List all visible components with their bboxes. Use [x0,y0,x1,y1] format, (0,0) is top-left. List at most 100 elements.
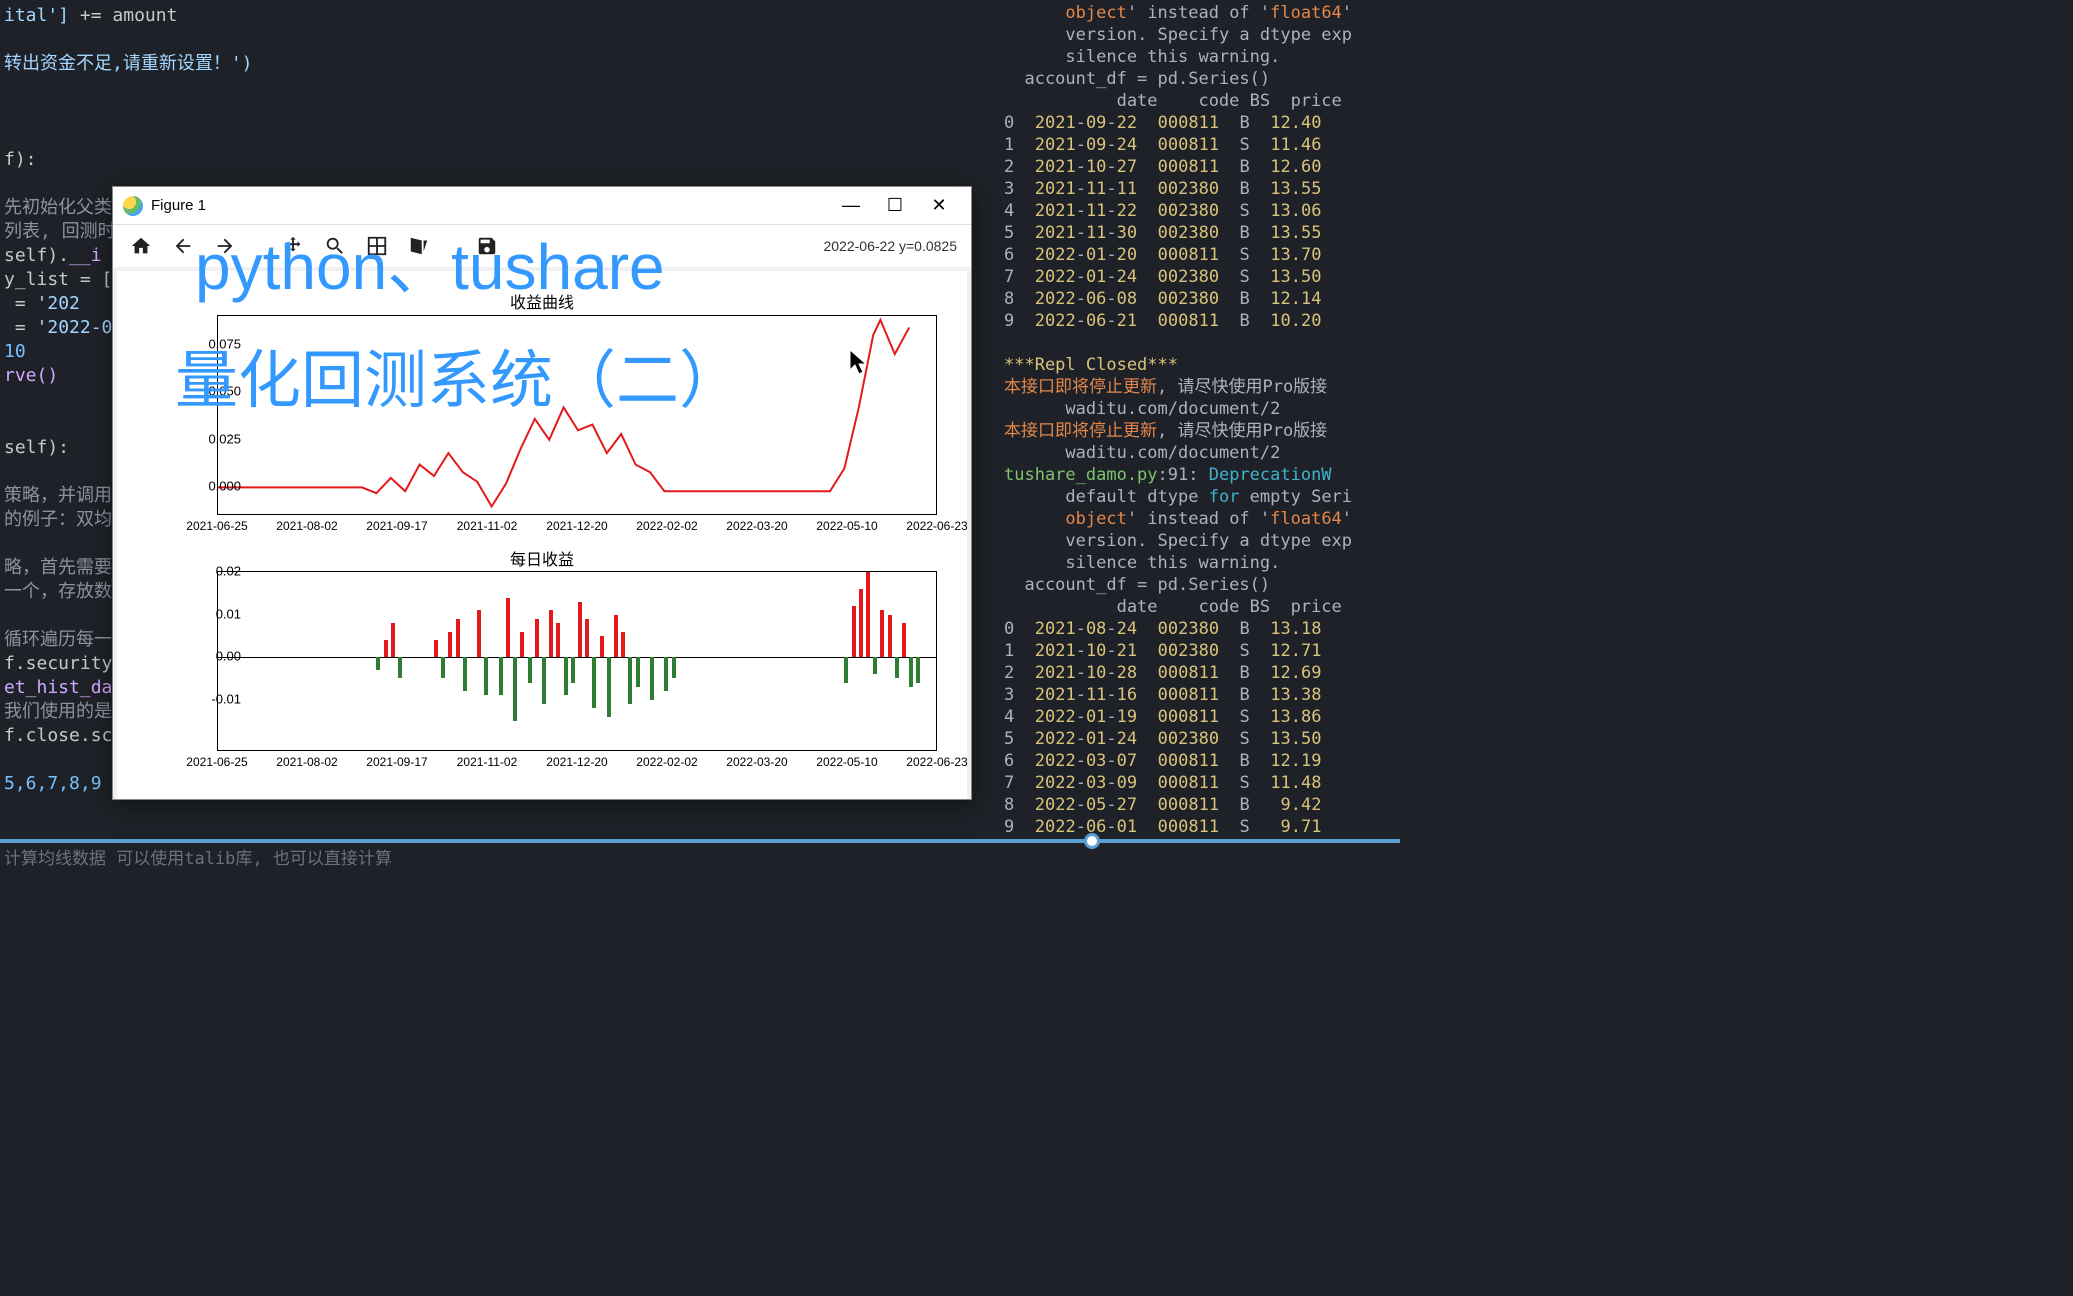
bar [672,657,676,678]
xtick-label: 2022-06-23 [906,519,967,533]
bar [844,657,848,683]
plot-area[interactable]: 收益曲线 0.0000.0250.0500.075 2021-06-252021… [117,271,967,799]
bar [592,657,596,708]
table-row: 3 2021-11-11 002380 B 13.55 [1004,178,1396,200]
save-icon[interactable] [473,232,501,260]
ytick-label: 0.01 [216,606,241,621]
table-row: 2 2021-10-27 000811 B 12.60 [1004,156,1396,178]
bar [578,602,582,657]
bar [434,640,438,657]
bar [391,623,395,657]
minimize-button[interactable]: — [829,191,873,221]
figure-window[interactable]: Figure 1 — ☐ ✕ 2022-06-22 y=0.0825 收益曲线 … [112,186,972,800]
xtick-label: 2021-08-02 [276,519,337,533]
xtick-label: 2022-05-10 [816,519,877,533]
matplotlib-icon [123,196,143,216]
ytick-label: 0.025 [208,431,241,446]
table-row: 2 2021-10-28 000811 B 12.69 [1004,662,1396,684]
bar [398,657,402,678]
ytick-label: 0.02 [216,564,241,579]
bar [463,657,467,691]
xtick-label: 2022-02-02 [636,519,697,533]
bar [852,606,856,657]
bar [880,610,884,657]
bar [484,657,488,695]
subplots-icon[interactable] [363,232,391,260]
bar [636,657,640,687]
table-row: 7 2022-01-24 002380 S 13.50 [1004,266,1396,288]
close-button[interactable]: ✕ [917,191,961,221]
video-progress-handle[interactable] [1084,833,1100,849]
bar [895,657,899,678]
zoom-icon[interactable] [321,232,349,260]
pan-icon[interactable] [279,232,307,260]
window-title: Figure 1 [151,197,829,214]
table-row: 3 2021-11-16 000811 B 13.38 [1004,684,1396,706]
bar [585,619,589,657]
table-row: 0 2021-08-24 002380 B 13.18 [1004,618,1396,640]
xtick-label: 2022-06-23 [906,755,967,769]
bar [520,632,524,658]
chart2 [217,571,937,751]
bar [916,657,920,683]
table-row: 9 2022-06-21 000811 B 10.20 [1004,310,1396,332]
bar [528,657,532,683]
table-row: 1 2021-09-24 000811 S 11.46 [1004,134,1396,156]
ytick-label: 0.000 [208,479,241,494]
home-icon[interactable] [127,232,155,260]
chart1-svg [218,316,938,516]
chart1 [217,315,937,515]
bar [506,598,510,658]
figure-toolbar: 2022-06-22 y=0.0825 [113,225,971,267]
table-header: date code BS price [1004,90,1396,112]
ytick-label: 0.00 [216,649,241,664]
bar [866,572,870,657]
bar [664,657,668,691]
ytick-label: -0.01 [211,691,241,706]
bar [535,619,539,657]
terminal-output[interactable]: object' instead of 'float64' version. Sp… [1000,0,1400,875]
maximize-button[interactable]: ☐ [873,191,917,221]
table-row: 8 2022-06-08 002380 B 12.14 [1004,288,1396,310]
video-progress-bar[interactable] [0,839,1400,843]
xtick-label: 2022-03-20 [726,519,787,533]
bar [614,615,618,658]
bar [873,657,877,674]
xtick-label: 2021-06-25 [186,519,247,533]
window-titlebar[interactable]: Figure 1 — ☐ ✕ [113,187,971,225]
back-icon[interactable] [169,232,197,260]
xtick-label: 2022-05-10 [816,755,877,769]
xtick-label: 2021-08-02 [276,755,337,769]
edit-icon[interactable] [405,232,433,260]
table-row: 1 2021-10-21 002380 S 12.71 [1004,640,1396,662]
bar [499,657,503,695]
repl-closed: ***Repl Closed*** [1004,355,1178,375]
table-row: 8 2022-05-27 000811 B 9.42 [1004,794,1396,816]
xtick-label: 2021-12-20 [546,519,607,533]
cursor-coords: 2022-06-22 y=0.0825 [824,238,958,254]
ytick-label: 0.050 [208,384,241,399]
table-row: 9 2022-06-01 000811 S 9.71 [1004,816,1396,838]
table-row: 6 2022-01-20 000811 S 13.70 [1004,244,1396,266]
bar [600,636,604,657]
bar [859,589,863,657]
bar [564,657,568,695]
xtick-label: 2021-11-02 [457,755,518,769]
xtick-label: 2022-02-02 [636,755,697,769]
xtick-label: 2021-06-25 [186,755,247,769]
xtick-label: 2021-11-02 [457,519,518,533]
bar [607,657,611,717]
code-text: ital'] [4,5,69,26]
xtick-label: 2021-12-20 [546,755,607,769]
forward-icon[interactable] [211,232,239,260]
bar [376,657,380,670]
table-row: 6 2022-03-07 000811 B 12.19 [1004,750,1396,772]
ytick-label: 0.075 [208,336,241,351]
table-row: 5 2022-01-24 002380 S 13.50 [1004,728,1396,750]
table-row: 5 2021-11-30 002380 B 13.55 [1004,222,1396,244]
table-header: date code BS price [1004,596,1396,618]
table-row: 0 2021-09-22 000811 B 12.40 [1004,112,1396,134]
code-text: 转出资金不足,请重新设置！') [4,53,253,74]
bar [542,657,546,704]
bar [888,615,892,658]
